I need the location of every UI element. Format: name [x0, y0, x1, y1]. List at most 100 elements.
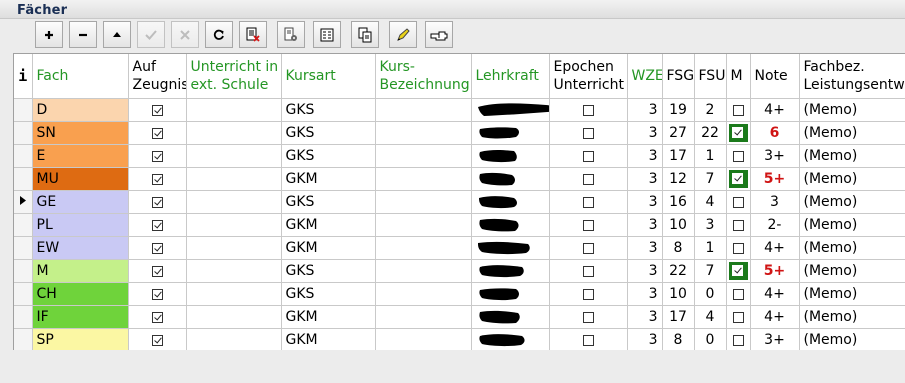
- report-button[interactable]: [313, 21, 341, 48]
- cell-fsu[interactable]: 0: [694, 282, 727, 306]
- cell-m[interactable]: [726, 259, 751, 283]
- epochen-checkbox[interactable]: [582, 242, 594, 254]
- cell-wze[interactable]: 3: [627, 144, 663, 168]
- cell-unterricht-ext-schule[interactable]: [186, 305, 282, 329]
- row-indicator[interactable]: [14, 236, 33, 260]
- auf-zeugnis-checkbox[interactable]: [151, 127, 163, 139]
- pen-button[interactable]: [389, 21, 417, 48]
- cell-fsg[interactable]: 16: [662, 190, 695, 214]
- cell-fachbez-leistungsentwicklung[interactable]: (Memo): [799, 282, 905, 306]
- cell-kurs-bezeichnung[interactable]: [375, 167, 472, 191]
- epochen-checkbox[interactable]: [582, 127, 594, 139]
- cell-kurs-bezeichnung[interactable]: [375, 213, 472, 237]
- cell-wze[interactable]: 3: [627, 259, 663, 283]
- cell-kursart[interactable]: GKS: [281, 259, 376, 283]
- cell-fachbez-leistungsentwicklung[interactable]: (Memo): [799, 236, 905, 260]
- cell-auf-zeugnis[interactable]: [128, 282, 187, 306]
- cell-fach[interactable]: M: [32, 259, 129, 283]
- cell-unterricht-ext-schule[interactable]: [186, 282, 282, 306]
- cell-fachbez-leistungsentwicklung[interactable]: (Memo): [799, 144, 905, 168]
- cell-kurs-bezeichnung[interactable]: [375, 236, 472, 260]
- row-indicator[interactable]: [14, 213, 33, 237]
- cell-fach[interactable]: CH: [32, 282, 129, 306]
- cell-kurs-bezeichnung[interactable]: [375, 121, 472, 145]
- move-up-button[interactable]: [103, 21, 131, 48]
- column-header-wze[interactable]: WZE: [627, 54, 663, 99]
- cell-auf-zeugnis[interactable]: [128, 236, 187, 260]
- cell-kurs-bezeichnung[interactable]: [375, 305, 472, 329]
- cell-note[interactable]: 3+: [750, 328, 800, 351]
- cell-auf-zeugnis[interactable]: [128, 305, 187, 329]
- cell-kursart[interactable]: GKM: [281, 213, 376, 237]
- column-header-note[interactable]: Note: [750, 54, 800, 99]
- cell-auf-zeugnis[interactable]: [128, 144, 187, 168]
- m-checkbox[interactable]: [732, 196, 744, 208]
- cell-kursart[interactable]: GKS: [281, 190, 376, 214]
- cell-kursart[interactable]: GKM: [281, 328, 376, 351]
- cell-lehrkraft[interactable]: [471, 282, 550, 306]
- cell-fsu[interactable]: 4: [694, 305, 727, 329]
- cell-epochen-unterricht[interactable]: [549, 305, 628, 329]
- row-indicator[interactable]: [14, 305, 33, 329]
- cell-fsg[interactable]: 8: [662, 236, 695, 260]
- cell-lehrkraft[interactable]: [471, 213, 550, 237]
- epochen-checkbox[interactable]: [582, 265, 594, 277]
- cell-lehrkraft[interactable]: [471, 259, 550, 283]
- cell-note[interactable]: 4+: [750, 236, 800, 260]
- cell-fsu[interactable]: 4: [694, 190, 727, 214]
- cell-wze[interactable]: 3: [627, 190, 663, 214]
- cell-epochen-unterricht[interactable]: [549, 213, 628, 237]
- auf-zeugnis-checkbox[interactable]: [151, 104, 163, 116]
- cell-m[interactable]: [726, 190, 751, 214]
- cell-kursart[interactable]: GKM: [281, 236, 376, 260]
- epochen-checkbox[interactable]: [582, 150, 594, 162]
- epochen-checkbox[interactable]: [582, 311, 594, 323]
- row-indicator[interactable]: [14, 144, 33, 168]
- cell-m[interactable]: [726, 282, 751, 306]
- row-indicator[interactable]: [14, 259, 33, 283]
- cell-note[interactable]: 4+: [750, 98, 800, 122]
- row-indicator[interactable]: [14, 121, 33, 145]
- cell-fsu[interactable]: 3: [694, 213, 727, 237]
- cell-note[interactable]: 4+: [750, 305, 800, 329]
- cell-fachbez-leistungsentwicklung[interactable]: (Memo): [799, 167, 905, 191]
- column-header-fsg[interactable]: FSG: [662, 54, 695, 99]
- cell-note[interactable]: 3: [750, 190, 800, 214]
- m-checkbox-checked[interactable]: [728, 124, 748, 142]
- epochen-checkbox[interactable]: [582, 104, 594, 116]
- cell-note[interactable]: 5+: [750, 167, 800, 191]
- m-checkbox-checked[interactable]: [728, 170, 748, 188]
- cell-auf-zeugnis[interactable]: [128, 259, 187, 283]
- cell-wze[interactable]: 3: [627, 305, 663, 329]
- auf-zeugnis-checkbox[interactable]: [151, 311, 163, 323]
- auf-zeugnis-checkbox[interactable]: [151, 265, 163, 277]
- cell-wze[interactable]: 3: [627, 167, 663, 191]
- cell-fach[interactable]: MU: [32, 167, 129, 191]
- cell-m[interactable]: [726, 213, 751, 237]
- cell-fachbez-leistungsentwicklung[interactable]: (Memo): [799, 259, 905, 283]
- cell-lehrkraft[interactable]: [471, 305, 550, 329]
- auf-zeugnis-checkbox[interactable]: [151, 219, 163, 231]
- m-checkbox[interactable]: [732, 104, 744, 116]
- column-header-kurs-bezeichnung[interactable]: Kurs-Bezeichnung: [375, 54, 472, 99]
- column-header-lehrkraft[interactable]: Lehrkraft: [471, 54, 550, 99]
- cell-wze[interactable]: 3: [627, 121, 663, 145]
- row-indicator[interactable]: [14, 328, 33, 351]
- cell-fsg[interactable]: 27: [662, 121, 695, 145]
- cell-lehrkraft[interactable]: [471, 98, 550, 122]
- cell-auf-zeugnis[interactable]: [128, 167, 187, 191]
- cell-epochen-unterricht[interactable]: [549, 121, 628, 145]
- table-row[interactable]: SP GKM 3 8 0 3+ (Memo): [14, 328, 905, 351]
- refresh-button[interactable]: [205, 21, 233, 48]
- table-row[interactable]: M GKS 3 22 7 5+ (Memo): [14, 259, 905, 283]
- cell-epochen-unterricht[interactable]: [549, 167, 628, 191]
- table-row[interactable]: D GKS 3 19 2 4+ (Memo): [14, 98, 905, 122]
- remove-button[interactable]: [69, 21, 97, 48]
- cell-epochen-unterricht[interactable]: [549, 328, 628, 351]
- cell-epochen-unterricht[interactable]: [549, 98, 628, 122]
- copy-button[interactable]: [351, 21, 379, 48]
- cell-fachbez-leistungsentwicklung[interactable]: (Memo): [799, 328, 905, 351]
- cell-fach[interactable]: D: [32, 98, 129, 122]
- row-indicator[interactable]: [14, 190, 33, 214]
- document-edit-button[interactable]: [239, 21, 267, 48]
